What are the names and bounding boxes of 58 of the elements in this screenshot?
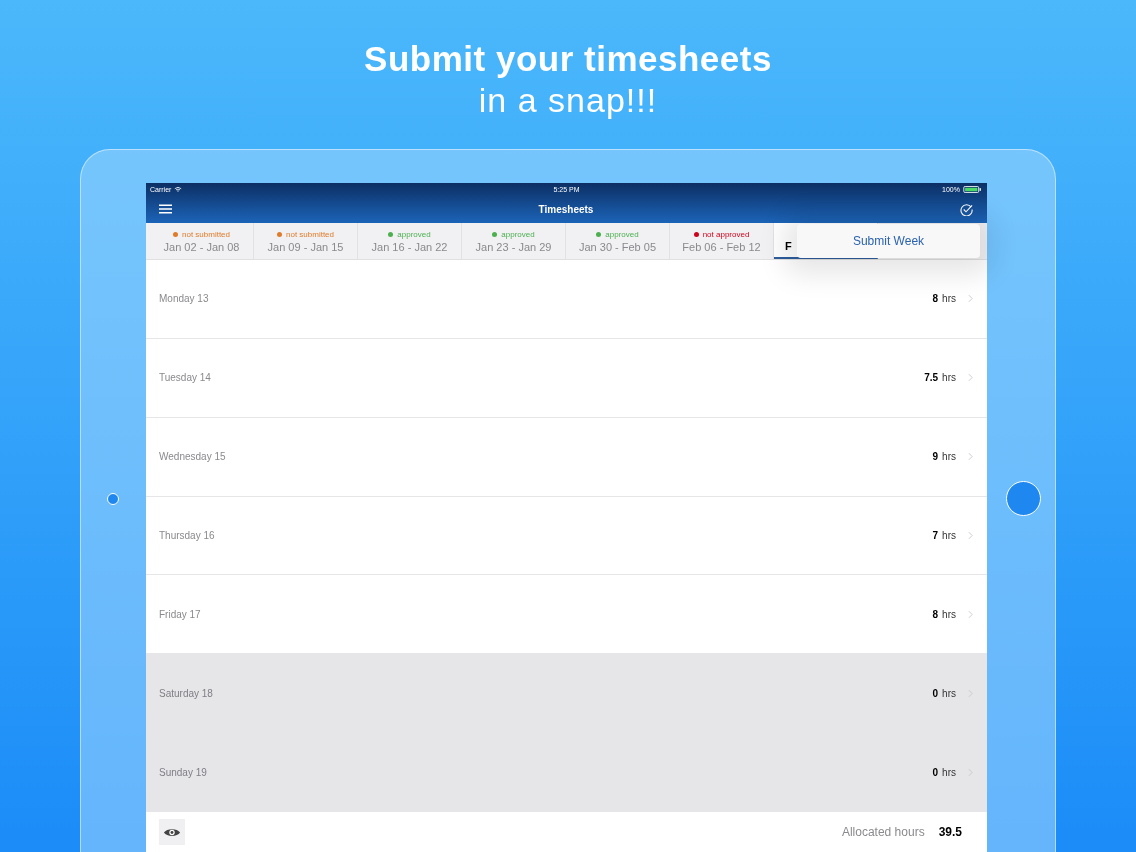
chevron-icon xyxy=(968,373,973,383)
hours-unit: hrs xyxy=(942,766,956,778)
status-label: not approved xyxy=(702,229,750,239)
week-range: Jan 02 - Jan 08 xyxy=(163,240,240,253)
hours-unit: hrs xyxy=(942,687,956,699)
status-label: approved xyxy=(397,229,431,239)
day-label: Thursday 16 xyxy=(159,530,216,541)
allocated-hours-value: 39.5 xyxy=(938,825,962,839)
hours-unit: hrs xyxy=(942,451,956,463)
day-label: Tuesday 14 xyxy=(159,372,212,384)
chevron-icon xyxy=(968,531,973,540)
day-label: Friday 17 xyxy=(159,608,202,620)
chevron-icon xyxy=(968,452,973,462)
week-range: Jan 23 - Jan 29 xyxy=(475,240,552,253)
day-row[interactable]: Wednesday 15 9 hrs xyxy=(146,417,987,497)
headline: Submit your timesheets xyxy=(364,38,772,80)
hours-value: 0 xyxy=(932,687,939,699)
hours-value: 8 xyxy=(932,608,939,620)
status-label: not submitted xyxy=(182,229,230,239)
eye-button[interactable] xyxy=(159,819,185,845)
battery-icon xyxy=(963,185,983,193)
hours-value: 8 xyxy=(932,293,939,305)
status-label: approved xyxy=(605,229,639,239)
subheadline: in a snap!!! xyxy=(477,80,659,120)
day-label: Wednesday 15 xyxy=(159,451,227,463)
day-label: Monday 13 xyxy=(159,293,210,305)
day-row[interactable]: Tuesday 14 7.5 hrs xyxy=(146,338,987,418)
week-range: Feb 06 - Feb 12 xyxy=(682,240,761,253)
week-range: Jan 16 - Jan 22 xyxy=(371,240,448,253)
day-label: Sunday 19 xyxy=(159,766,208,778)
hours-unit: hrs xyxy=(942,372,956,384)
status-label: not submitted xyxy=(286,229,334,239)
eye-icon xyxy=(163,826,181,838)
submit-week-popover[interactable]: Submit Week xyxy=(797,224,980,258)
menu-icon[interactable] xyxy=(159,204,172,214)
day-row[interactable]: Saturday 18 0 hrs xyxy=(146,654,987,734)
hours-value: 7 xyxy=(932,530,939,541)
day-label: Saturday 18 xyxy=(159,687,214,699)
check-circle-icon[interactable] xyxy=(960,202,973,216)
hours-value: 9 xyxy=(932,451,939,463)
hours-unit: hrs xyxy=(942,530,956,541)
day-row[interactable]: Thursday 16 7 hrs xyxy=(146,496,987,576)
status-label: approved xyxy=(501,229,535,239)
week-range: Jan 09 - Jan 15 xyxy=(267,240,344,253)
hours-value: 0 xyxy=(932,766,939,778)
day-row[interactable]: Monday 13 8 hrs xyxy=(146,260,987,339)
hours-unit: hrs xyxy=(942,293,956,305)
wifi-icon xyxy=(174,185,183,193)
hours-unit: hrs xyxy=(942,608,956,620)
camera-dot xyxy=(107,493,119,505)
hours-value: 7.5 xyxy=(924,372,939,384)
week-range: Jan 30 - Feb 05 xyxy=(578,240,657,253)
nav-title: Timesheets xyxy=(538,203,594,215)
week-range: F xyxy=(785,239,792,252)
chevron-icon xyxy=(968,609,973,619)
chevron-icon xyxy=(968,294,973,304)
day-row[interactable]: Sunday 19 0 hrs xyxy=(146,733,987,812)
allocated-hours-label: Allocated hours xyxy=(841,825,925,839)
